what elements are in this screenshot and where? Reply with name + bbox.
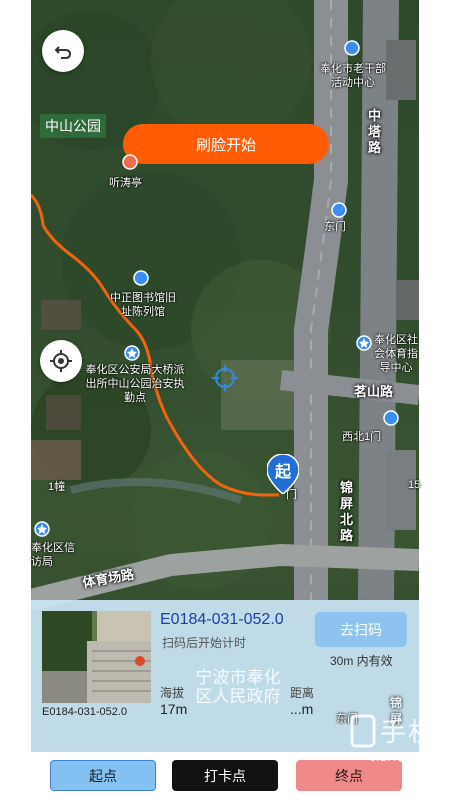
poi-building-15: 15 bbox=[408, 479, 421, 491]
site-watermark: 手机 JISHU.COM bbox=[350, 712, 450, 772]
pavilion-pin-icon bbox=[122, 154, 138, 170]
checkpoint-code: E0184-031-052.0 bbox=[160, 611, 284, 628]
scan-range-note: 30m 内有效 bbox=[330, 654, 393, 668]
poi-building: 1幢 bbox=[48, 481, 66, 493]
distance-value: ...m bbox=[290, 701, 314, 717]
poi-elder-center[interactable]: 奉化市老干部活动中心 bbox=[318, 62, 388, 90]
letters-pin-icon bbox=[34, 521, 50, 537]
poi-east-gate[interactable]: 东门 bbox=[324, 220, 346, 234]
distance-label: 距离 bbox=[290, 686, 315, 700]
watermark-site: JISHU.COM bbox=[370, 750, 436, 764]
checkpoint-photo[interactable] bbox=[42, 611, 151, 703]
checkin-point-button[interactable]: 打卡点 bbox=[172, 760, 278, 791]
left-margin bbox=[0, 0, 31, 800]
poi-library[interactable]: 中正图书馆旧址陈列馆 bbox=[110, 291, 176, 319]
poi-northwest-gate[interactable]: 西北1门 bbox=[342, 430, 381, 444]
photo-image bbox=[42, 611, 151, 703]
crosshair-locate-icon bbox=[50, 350, 72, 372]
checkpoint-subtitle: 扫码后开始计时 bbox=[162, 636, 247, 650]
road-zhongta: 中塔路 bbox=[368, 108, 382, 155]
poi-police[interactable]: 奉化区公安局大桥派出所中山公园治安执勤点 bbox=[84, 363, 186, 405]
start-point-marker[interactable]: 起 bbox=[266, 453, 300, 495]
locate-button[interactable] bbox=[40, 340, 82, 382]
address-watermark: 宁波市奉化区人民政府 bbox=[195, 668, 281, 706]
right-margin bbox=[419, 0, 450, 800]
road-mingshan: 茗山路 bbox=[354, 384, 394, 399]
park-name-tag: 中山公园 bbox=[40, 114, 106, 138]
poi-sports-center[interactable]: 奉化区社会体育指导中心 bbox=[372, 333, 420, 375]
photo-caption: E0184-031-052.0 bbox=[42, 706, 128, 718]
back-arrow-icon bbox=[54, 46, 72, 59]
start-marker-text: 起 bbox=[274, 464, 291, 481]
poi-pin-icon bbox=[344, 40, 360, 56]
altitude-label: 海拔 bbox=[160, 686, 185, 700]
altitude-value: 17m bbox=[160, 701, 188, 717]
police-pin-icon bbox=[124, 345, 140, 361]
back-button[interactable] bbox=[42, 30, 84, 72]
phone-logo-icon bbox=[350, 714, 376, 748]
face-start-button[interactable]: 刷脸开始 bbox=[123, 124, 329, 164]
start-point-button[interactable]: 起点 bbox=[50, 760, 156, 791]
museum-pin-icon bbox=[133, 270, 149, 286]
gate-pin-icon bbox=[331, 202, 347, 218]
scan-button[interactable]: 去扫码 bbox=[315, 612, 407, 647]
poi-letters-bureau[interactable]: 奉化区信访局 bbox=[31, 541, 79, 569]
watermark-brand: 手机 bbox=[380, 717, 437, 747]
sports-pin-icon bbox=[356, 335, 372, 351]
road-jinping: 锦屏北路 bbox=[340, 480, 354, 543]
northwest-gate-pin-icon bbox=[383, 410, 399, 426]
poi-tingtao[interactable]: 听涛亭 bbox=[109, 176, 142, 190]
